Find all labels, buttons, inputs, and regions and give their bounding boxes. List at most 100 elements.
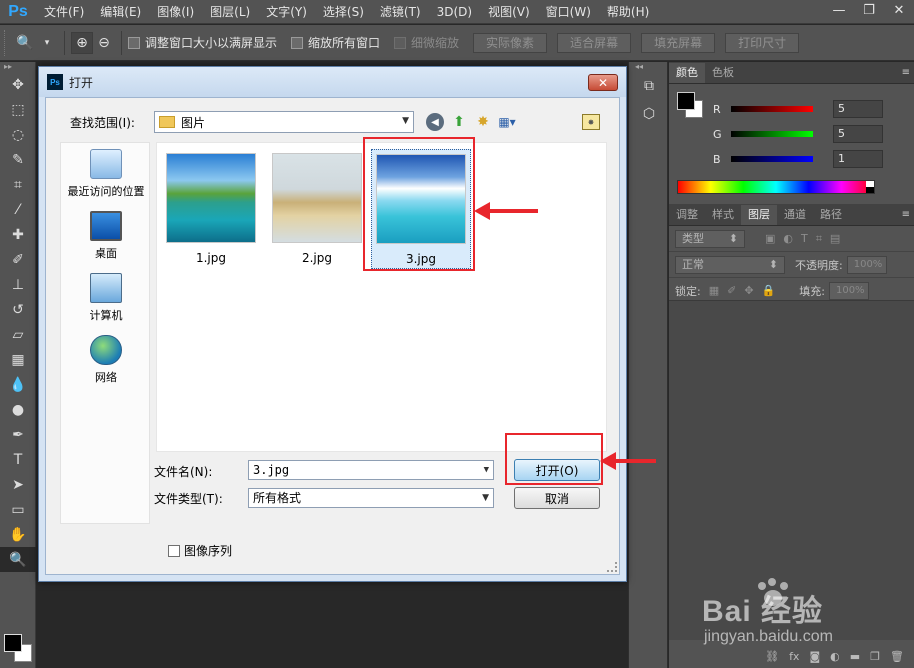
red-slider[interactable] xyxy=(731,106,813,112)
collapsed-panels: ◂◂ ⧉ ⬡ xyxy=(628,62,668,668)
tab-styles[interactable]: 样式 xyxy=(705,205,741,225)
panel-menu-icon[interactable]: ≡ xyxy=(902,63,914,83)
menu-item[interactable]: 文字(Y) xyxy=(258,0,315,24)
tool-preset-dropdown-icon[interactable]: ▾ xyxy=(36,32,58,54)
place-desktop[interactable]: 桌面 xyxy=(61,205,151,267)
dialog-titlebar[interactable]: Ps 打开 ✕ xyxy=(39,67,626,97)
print-size-button[interactable]: 打印尺寸 xyxy=(725,32,800,53)
fill-input[interactable]: 100% xyxy=(828,281,869,300)
clone-stamp-tool-icon[interactable]: ⊥ xyxy=(0,272,36,297)
fit-screen-button[interactable]: 适合屏幕 xyxy=(557,32,632,53)
new-folder-icon[interactable]: ✸ xyxy=(474,113,492,131)
checkbox-box[interactable] xyxy=(394,36,407,49)
gradient-tool-icon[interactable]: ▦ xyxy=(0,347,36,372)
cancel-button[interactable]: 取消 xyxy=(514,487,600,509)
blend-mode-select[interactable]: 正常 ⬍ xyxy=(675,255,785,274)
tab-layers[interactable]: 图层 xyxy=(741,205,777,225)
rectangle-tool-icon[interactable]: ▭ xyxy=(0,497,36,522)
tab-swatches[interactable]: 色板 xyxy=(705,63,741,83)
close-button[interactable]: ✕ xyxy=(884,0,914,20)
crop-tool-icon[interactable]: ⌗ xyxy=(0,172,36,197)
options-bar-grip[interactable] xyxy=(4,29,14,56)
healing-brush-tool-icon[interactable]: ✚ xyxy=(0,222,36,247)
menu-item[interactable]: 文件(F) xyxy=(36,0,92,24)
checkbox-box[interactable] xyxy=(128,36,140,49)
file-item[interactable]: 2.jpg xyxy=(267,149,367,269)
restore-button[interactable]: ❐ xyxy=(854,0,884,20)
minimize-button[interactable]: — xyxy=(824,0,854,20)
move-tool-icon[interactable]: ✥ xyxy=(0,72,36,97)
zoom-tool-icon[interactable]: 🔍 xyxy=(0,547,36,572)
history-panel-icon[interactable]: ⧉ xyxy=(629,72,669,100)
zoom-tool-icon[interactable]: 🔍 xyxy=(14,32,36,54)
tab-paths[interactable]: 路径 xyxy=(813,205,849,225)
menu-item[interactable]: 窗口(W) xyxy=(538,0,599,24)
lasso-tool-icon[interactable]: ◌ xyxy=(0,122,36,147)
foreground-color-swatch[interactable] xyxy=(4,634,22,652)
menu-item[interactable]: 编辑(E) xyxy=(92,0,149,24)
view-menu-icon[interactable]: ▦▾ xyxy=(498,113,516,131)
dodge-tool-icon[interactable]: ● xyxy=(0,397,36,422)
menu-item[interactable]: 滤镜(T) xyxy=(372,0,429,24)
red-value-input[interactable]: 5 xyxy=(833,100,883,118)
eyedropper-tool-icon[interactable]: ⁄ xyxy=(0,197,36,222)
look-in-select[interactable]: 图片 ▼ xyxy=(154,111,414,133)
place-network[interactable]: 网络 xyxy=(61,329,151,391)
back-icon[interactable]: ◀ xyxy=(426,113,444,131)
path-selection-tool-icon[interactable]: ➤ xyxy=(0,472,36,497)
menu-item[interactable]: 帮助(H) xyxy=(599,0,657,24)
blue-value-input[interactable]: 1 xyxy=(833,150,883,168)
tab-adjustments[interactable]: 调整 xyxy=(669,205,705,225)
place-computer[interactable]: 计算机 xyxy=(61,267,151,329)
lock-icons[interactable]: ▦✐✥🔒 xyxy=(709,284,784,297)
actual-pixels-button[interactable]: 实际像素 xyxy=(473,32,548,53)
properties-panel-icon[interactable]: ⬡ xyxy=(629,100,669,128)
brush-tool-icon[interactable]: ✐ xyxy=(0,247,36,272)
blur-tool-icon[interactable]: 💧 xyxy=(0,372,36,397)
zoom-in-icon[interactable]: ⊕ xyxy=(71,31,93,54)
place-recent[interactable]: 最近访问的位置 xyxy=(61,143,151,205)
checkbox-box[interactable] xyxy=(168,544,180,557)
collapsed-panels-expand-icon[interactable]: ◂◂ xyxy=(629,62,667,72)
pen-tool-icon[interactable]: ✒ xyxy=(0,422,36,447)
menu-item[interactable]: 视图(V) xyxy=(480,0,538,24)
menu-item[interactable]: 图像(I) xyxy=(149,0,202,24)
menu-item[interactable]: 选择(S) xyxy=(315,0,372,24)
quick-select-tool-icon[interactable]: ✎ xyxy=(0,147,36,172)
tab-color[interactable]: 颜色 xyxy=(669,63,705,83)
eraser-tool-icon[interactable]: ▱ xyxy=(0,322,36,347)
color-swatches[interactable] xyxy=(4,634,34,664)
filter-type-icons[interactable]: ▣◐T⌗▤ xyxy=(765,232,848,246)
tools-panel-collapse-icon[interactable]: ▸▸ xyxy=(0,62,35,72)
scrubby-zoom-checkbox[interactable]: 细微缩放 xyxy=(394,34,459,51)
image-sequence-checkbox[interactable]: 图像序列 xyxy=(168,542,232,559)
menu-item[interactable]: 3D(D) xyxy=(429,0,480,24)
menu-item[interactable]: 图层(L) xyxy=(202,0,258,24)
tab-channels[interactable]: 通道 xyxy=(777,205,813,225)
hand-tool-icon[interactable]: ✋ xyxy=(0,522,36,547)
resize-grip[interactable] xyxy=(607,562,617,572)
file-item[interactable]: 1.jpg xyxy=(161,149,261,269)
filetype-select[interactable]: 所有格式 ▼ xyxy=(248,488,494,508)
opacity-input[interactable]: 100% xyxy=(846,255,887,274)
panel-menu-icon[interactable]: ≡ xyxy=(902,205,914,225)
layer-filter-select[interactable]: 类型 ⬍ xyxy=(675,229,745,248)
filename-input[interactable]: 3.jpg ▼ xyxy=(248,460,494,480)
resize-windows-checkbox[interactable]: 调整窗口大小以满屏显示 xyxy=(128,34,277,51)
type-tool-icon[interactable]: T xyxy=(0,447,36,472)
history-brush-tool-icon[interactable]: ↺ xyxy=(0,297,36,322)
green-value-input[interactable]: 5 xyxy=(833,125,883,143)
preview-toggle-icon[interactable]: ✸ xyxy=(582,114,600,130)
blue-slider[interactable] xyxy=(731,156,813,162)
checkbox-box[interactable] xyxy=(291,36,304,49)
fill-screen-button[interactable]: 填充屏幕 xyxy=(641,32,716,53)
marquee-tool-icon[interactable]: ⬚ xyxy=(0,97,36,122)
chevron-down-icon[interactable]: ▼ xyxy=(484,461,489,479)
dialog-close-button[interactable]: ✕ xyxy=(588,74,618,91)
color-panel-foreground-swatch[interactable] xyxy=(677,92,695,110)
zoom-all-windows-checkbox[interactable]: 缩放所有窗口 xyxy=(291,34,380,51)
up-folder-icon[interactable]: ⬆ xyxy=(450,113,468,131)
zoom-out-icon[interactable]: ⊖ xyxy=(93,32,115,54)
green-slider[interactable] xyxy=(731,131,813,137)
color-spectrum-ramp[interactable] xyxy=(677,180,875,194)
